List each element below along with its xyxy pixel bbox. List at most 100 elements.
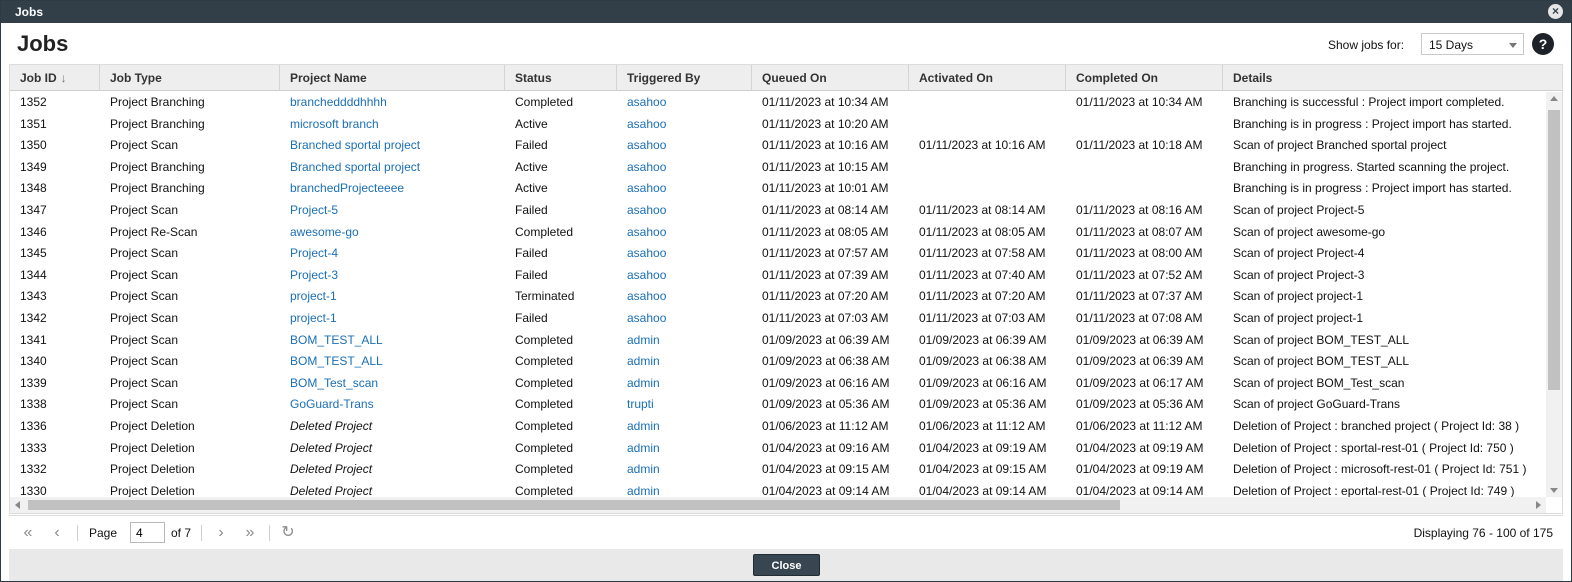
- cell-triggered-by[interactable]: admin: [617, 351, 752, 373]
- table-row[interactable]: 1330 Project Deletion Deleted Project Compl…: [10, 481, 1546, 497]
- cell-project-name: Deleted Project: [290, 462, 373, 477]
- vertical-scrollbar[interactable]: [1546, 92, 1562, 497]
- cell-project-name[interactable]: BOM_TEST_ALL: [280, 330, 505, 352]
- cell-triggered-by[interactable]: asahoo: [617, 200, 752, 222]
- table-row[interactable]: 1338 Project Scan GoGuard-Trans Completed tr…: [10, 394, 1546, 416]
- cell-project-name[interactable]: Branched sportal project: [280, 157, 505, 179]
- table-row[interactable]: 1347 Project Scan Project-5 Failed asahoo 01/…: [10, 200, 1546, 222]
- cell-queued-on: 01/11/2023 at 07:39 AM: [762, 267, 889, 282]
- refresh-icon[interactable]: ↻: [279, 522, 297, 544]
- table-row[interactable]: 1352 Project Branching brancheddddhhhh Comp…: [10, 92, 1546, 114]
- cell-triggered-by[interactable]: admin: [617, 481, 752, 497]
- table-row[interactable]: 1336 Project Deletion Deleted Project Compl…: [10, 416, 1546, 438]
- column-header-completed-on[interactable]: Completed On: [1066, 65, 1223, 91]
- table-row[interactable]: 1333 Project Deletion Deleted Project Compl…: [10, 438, 1546, 460]
- scrollbar-thumb[interactable]: [28, 500, 1120, 510]
- scroll-right-icon[interactable]: [1536, 501, 1541, 509]
- page-count-label: of 7: [171, 526, 192, 540]
- table-row[interactable]: 1340 Project Scan BOM_TEST_ALL Completed adm…: [10, 351, 1546, 373]
- cell-triggered-by[interactable]: asahoo: [617, 114, 752, 136]
- table-row[interactable]: 1349 Project Branching Branched sportal pr…: [10, 157, 1546, 179]
- cell-triggered-by[interactable]: admin: [617, 459, 752, 481]
- cell-triggered-by[interactable]: asahoo: [617, 308, 752, 330]
- cell-triggered-by[interactable]: asahoo: [617, 178, 752, 200]
- cell-queued-on: 01/09/2023 at 06:16 AM: [762, 375, 890, 390]
- column-header-project-name[interactable]: Project Name: [280, 65, 505, 91]
- cell-project-name[interactable]: project-1: [280, 286, 505, 308]
- show-jobs-label: Show jobs for:: [1328, 38, 1405, 52]
- cell-triggered-by[interactable]: trupti: [617, 394, 752, 416]
- cell-activated-on: 01/04/2023 at 09:15 AM: [919, 462, 1047, 477]
- table-row[interactable]: 1342 Project Scan project-1 Failed asahoo 01/…: [10, 308, 1546, 330]
- table-row[interactable]: 1341 Project Scan BOM_TEST_ALL Completed adm…: [10, 330, 1546, 352]
- cell-activated-on: 01/11/2023 at 07:58 AM: [919, 246, 1046, 261]
- cell-job-id: 1332: [20, 462, 47, 477]
- cell-triggered-by[interactable]: asahoo: [617, 265, 752, 287]
- cell-job-type: Project Branching: [110, 95, 205, 109]
- cell-project-name[interactable]: brancheddddhhhh: [280, 92, 505, 114]
- table-row[interactable]: 1345 Project Scan Project-4 Failed asahoo 01/…: [10, 243, 1546, 265]
- cell-triggered-by[interactable]: asahoo: [617, 286, 752, 308]
- column-header-job-id[interactable]: Job ID ↓: [10, 65, 100, 91]
- cell-job-id: 1339: [20, 375, 47, 390]
- cell-project-name[interactable]: Branched sportal project: [280, 135, 505, 157]
- prev-page-icon[interactable]: ‹: [49, 522, 65, 544]
- page-number-input[interactable]: [130, 522, 165, 543]
- table-row[interactable]: 1343 Project Scan project-1 Terminated asaho…: [10, 286, 1546, 308]
- horizontal-scrollbar[interactable]: [10, 497, 1546, 513]
- column-header-queued-on[interactable]: Queued On: [752, 65, 909, 91]
- cell-triggered-by[interactable]: asahoo: [617, 157, 752, 179]
- show-jobs-select[interactable]: 15 Days: [1421, 33, 1524, 55]
- cell-project-name[interactable]: Project-3: [280, 265, 505, 287]
- cell-activated-on: [909, 157, 1066, 179]
- scroll-up-icon[interactable]: [1550, 96, 1558, 101]
- cell-triggered-by[interactable]: admin: [617, 438, 752, 460]
- cell-project-name[interactable]: BOM_TEST_ALL: [280, 351, 505, 373]
- cell-triggered-by[interactable]: admin: [617, 330, 752, 352]
- cell-project-name[interactable]: GoGuard-Trans: [280, 394, 505, 416]
- cell-triggered-by[interactable]: asahoo: [617, 135, 752, 157]
- cell-project-name[interactable]: project-1: [280, 308, 505, 330]
- table-row[interactable]: 1350 Project Scan Branched sportal project…: [10, 135, 1546, 157]
- next-page-icon[interactable]: ›: [213, 522, 229, 544]
- help-icon[interactable]: ?: [1532, 33, 1554, 55]
- cell-triggered-by[interactable]: asahoo: [617, 243, 752, 265]
- cell-job-id: 1330: [20, 483, 47, 497]
- column-header-status[interactable]: Status: [505, 65, 617, 91]
- column-header-triggered-by[interactable]: Triggered By: [617, 65, 752, 91]
- scroll-down-icon[interactable]: [1550, 488, 1558, 493]
- table-row[interactable]: 1351 Project Branching microsoft branch Act…: [10, 114, 1546, 136]
- cell-project-name[interactable]: microsoft branch: [280, 114, 505, 136]
- cell-triggered-by[interactable]: admin: [617, 416, 752, 438]
- cell-job-id: 1351: [20, 116, 47, 131]
- cell-triggered-by[interactable]: admin: [617, 373, 752, 395]
- cell-details: Scan of project BOM_TEST_ALL: [1233, 354, 1410, 369]
- cell-project-name[interactable]: BOM_Test_scan: [280, 373, 505, 395]
- cell-triggered-by[interactable]: asahoo: [617, 92, 752, 114]
- cell-project-name[interactable]: Project-5: [280, 200, 505, 222]
- cell-status: Completed: [515, 440, 574, 455]
- cell-completed-on: [1066, 178, 1223, 200]
- column-header-job-type[interactable]: Job Type: [100, 65, 280, 91]
- cell-project-name[interactable]: branchedProjecteeee: [280, 178, 505, 200]
- column-header-details[interactable]: Details: [1223, 65, 1562, 91]
- cell-job-id: 1336: [20, 419, 47, 433]
- cell-details: Scan of project project-1: [1233, 289, 1364, 304]
- column-header-activated-on[interactable]: Activated On: [909, 65, 1066, 91]
- chevron-down-icon: [1509, 43, 1517, 48]
- table-row[interactable]: 1348 Project Branching branchedProjecteeee…: [10, 178, 1546, 200]
- cell-triggered-by[interactable]: asahoo: [617, 222, 752, 244]
- close-icon[interactable]: ×: [1548, 4, 1563, 19]
- cell-project-name[interactable]: awesome-go: [280, 222, 505, 244]
- table-row[interactable]: 1332 Project Deletion Deleted Project Compl…: [10, 459, 1546, 481]
- cell-project-name[interactable]: Project-4: [280, 243, 505, 265]
- scroll-left-icon[interactable]: [15, 501, 20, 509]
- first-page-icon[interactable]: «: [19, 522, 37, 544]
- table-row[interactable]: 1344 Project Scan Project-3 Failed asahoo 01/…: [10, 265, 1546, 287]
- scrollbar-thumb[interactable]: [1548, 110, 1560, 390]
- table-row[interactable]: 1346 Project Re-Scan awesome-go Completed as…: [10, 222, 1546, 244]
- column-header-label: Job ID: [20, 71, 57, 85]
- last-page-icon[interactable]: »: [241, 522, 259, 544]
- table-row[interactable]: 1339 Project Scan BOM_Test_scan Completed ad…: [10, 373, 1546, 395]
- close-button[interactable]: Close: [753, 554, 820, 576]
